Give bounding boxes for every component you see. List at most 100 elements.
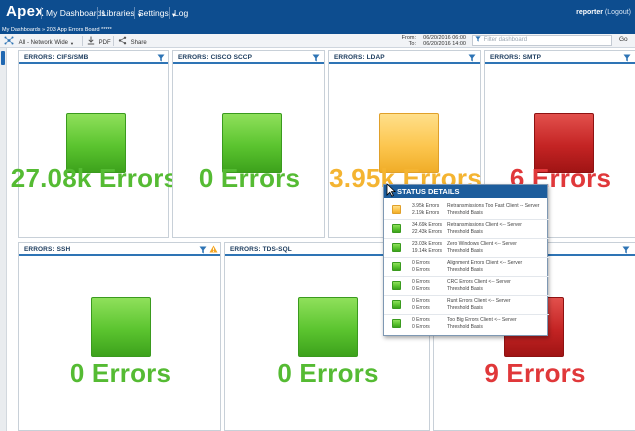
filter-icon[interactable] <box>623 54 631 62</box>
row-value: 0 Errors <box>412 317 430 323</box>
warning-icon[interactable] <box>209 245 218 253</box>
row-values: 0 Errors 0 Errors <box>412 298 430 311</box>
list-item[interactable]: 34.69k Errors 22.43k Errors Retransmissio… <box>384 220 549 239</box>
user-menu[interactable]: reporter (Logout) <box>576 9 631 16</box>
filter-icon[interactable] <box>312 54 320 62</box>
list-item[interactable]: 3.95k Errors 2.19k Errors Retransmissions… <box>384 201 549 220</box>
row-metric: CRC Errors Client <-- Server <box>447 279 511 285</box>
status-indicator <box>392 319 401 328</box>
nav-log[interactable]: Log <box>174 8 188 18</box>
status-indicator <box>392 262 401 271</box>
nav-settings[interactable]: Settings ▼ <box>138 8 177 19</box>
scope-label: All - Network Wide <box>18 40 69 46</box>
row-metric: Retransmissions Too Fast Client -- Serve… <box>447 203 540 209</box>
row-value: 0 Errors <box>412 279 430 285</box>
row-basis: Threshold Basis <box>447 304 483 311</box>
brand-logo[interactable]: Apex <box>6 3 44 20</box>
filter-icon[interactable] <box>622 246 630 254</box>
status-indicator <box>392 281 401 290</box>
list-item[interactable]: 0 Errors 0 Errors Alignment Errors Client… <box>384 258 549 277</box>
row-values: 34.69k Errors 22.43k Errors <box>412 222 442 235</box>
nav-divider <box>41 7 42 19</box>
widget-cifs-smb[interactable]: ERRORS: CIFS/SMB 27.08k Errors <box>11 50 178 238</box>
row-value: 23.03k Errors <box>412 241 443 247</box>
status-indicator <box>91 297 151 357</box>
widget-header: ERRORS: CISCO SCCP <box>173 51 324 64</box>
row-description: Zero Windows Client <-- Server Threshold … <box>447 241 547 254</box>
widget-title: ERRORS: LDAP <box>334 54 385 61</box>
row-value: 0 Errors <box>412 260 430 266</box>
row-threshold: 0 Errors <box>412 285 430 292</box>
widget-value: 0 Errors <box>198 163 301 193</box>
toolbar-divider <box>113 36 114 46</box>
row-threshold: 0 Errors <box>412 266 430 273</box>
status-indicator <box>392 224 401 233</box>
widget-header: ERRORS: CIFS/SMB <box>19 51 168 64</box>
filter-icon[interactable] <box>157 54 165 62</box>
widget-title: ERRORS: TDS-SQL <box>230 246 292 253</box>
row-threshold: 0 Errors <box>412 304 430 311</box>
widget-ssh[interactable]: ERRORS: SSH 0 Errors <box>18 242 221 431</box>
row-basis: Threshold Basis <box>447 285 483 292</box>
status-indicator <box>392 243 401 252</box>
list-item[interactable]: 0 Errors 0 Errors Too Big Errors Client <… <box>384 315 549 334</box>
panel-toggle-tab[interactable] <box>1 51 5 65</box>
row-basis: Threshold Basis <box>447 247 483 254</box>
row-values: 0 Errors 0 Errors <box>412 260 430 273</box>
widget-header: ERRORS: LDAP <box>329 51 480 64</box>
chevron-down-icon: ▼ <box>70 41 74 46</box>
pdf-label: PDF <box>98 40 111 46</box>
filter-placeholder: Filter dashboard <box>483 37 528 43</box>
row-value: 0 Errors <box>412 298 430 304</box>
widget-value: 0 Errors <box>69 358 172 388</box>
to-label: To: <box>408 41 416 47</box>
row-description: Too Big Errors Client <-- Server Threshol… <box>447 317 547 330</box>
widget-cisco-sccp[interactable]: ERRORS: CISCO SCCP 0 Errors <box>172 50 325 238</box>
left-panel-strip <box>0 48 7 431</box>
pdf-button[interactable]: PDF <box>87 36 111 46</box>
to-value: 06/20/2016 14:00 <box>423 41 466 47</box>
filter-icon[interactable] <box>199 246 207 254</box>
status-indicator <box>392 205 401 214</box>
row-metric: Retransmissions Client <-- Server <box>447 222 522 228</box>
row-description: Retransmissions Client <-- Server Thresho… <box>447 222 547 235</box>
share-button[interactable]: Share <box>118 36 147 46</box>
row-values: 23.03k Errors 19.14k Errors <box>412 241 442 254</box>
widget-value: 9 Errors <box>484 358 586 388</box>
row-description: CRC Errors Client <-- Server Threshold Ba… <box>447 279 547 292</box>
logout-link[interactable]: (Logout) <box>605 9 631 16</box>
nav-libraries[interactable]: Libraries ▼ <box>102 8 143 19</box>
list-item[interactable]: 23.03k Errors 19.14k Errors Zero Windows … <box>384 239 549 258</box>
row-threshold: 22.43k Errors <box>412 228 443 235</box>
row-basis: Threshold Basis <box>447 323 483 330</box>
row-threshold: 19.14k Errors <box>412 247 443 254</box>
filter-input[interactable]: Filter dashboard <box>472 35 612 46</box>
scope-selector[interactable]: All - Network Wide ▼ <box>4 36 74 46</box>
row-value: 34.69k Errors <box>412 222 443 228</box>
mouse-cursor-icon <box>386 183 396 197</box>
row-threshold: 2.19k Errors <box>412 209 440 216</box>
row-metric: Zero Windows Client <-- Server <box>447 241 517 247</box>
go-button[interactable]: Go <box>619 36 628 43</box>
filter-icon[interactable] <box>468 54 476 62</box>
status-indicator <box>392 300 401 309</box>
row-metric: Runt Errors Client <-- Server <box>447 298 511 304</box>
row-description: Alignment Errors Client <-- Server Thresh… <box>447 260 547 273</box>
nav-divider <box>134 7 135 19</box>
user-name: reporter <box>576 9 603 16</box>
app-window: Apex My Dashboards Libraries ▼ Settings ▼ … <box>0 0 635 431</box>
widget-title: ERRORS: CIFS/SMB <box>24 54 89 61</box>
breadcrumb[interactable]: My Dashboards » 203 App Errors Board ***… <box>0 27 635 34</box>
list-item[interactable]: 0 Errors 0 Errors CRC Errors Client <-- S… <box>384 277 549 296</box>
row-value: 3.95k Errors <box>412 203 440 209</box>
widget-value: 0 Errors <box>277 358 379 388</box>
date-range[interactable]: 06/20/2016 06:00 06/20/2016 14:00 <box>418 35 466 47</box>
popup-title: STATUS DETAILS <box>384 185 547 198</box>
filter-icon <box>475 36 481 42</box>
share-label: Share <box>130 40 147 46</box>
date-labels: From: To: <box>400 35 416 47</box>
list-item[interactable]: 0 Errors 0 Errors Runt Errors Client <-- … <box>384 296 549 315</box>
nav-libraries-label: Libraries <box>102 8 135 18</box>
status-details-popup[interactable]: STATUS DETAILS 3.95k Errors 2.19k Errors … <box>383 184 549 336</box>
nav-divider <box>169 7 170 19</box>
